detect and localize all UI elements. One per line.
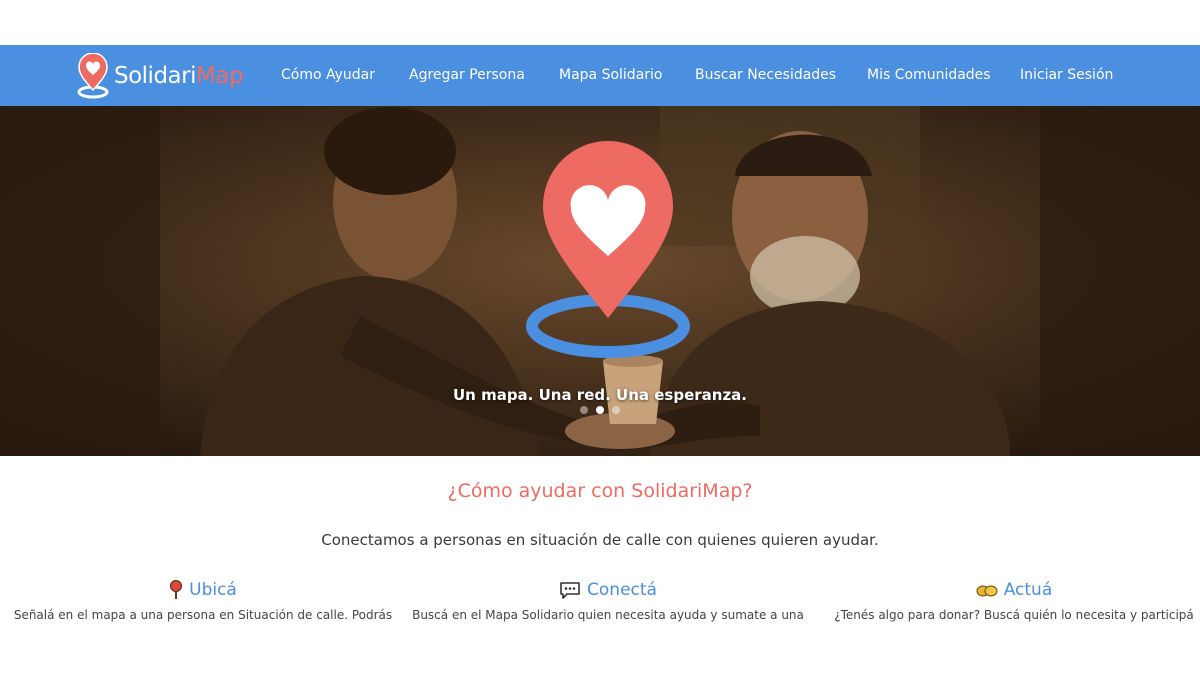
top-navbar: SolidariMap Cómo Ayudar Agregar Persona …	[0, 45, 1200, 106]
feature-actua: Actuá ¿Tenés algo para donar? Buscá quié…	[814, 578, 1200, 622]
brand-logo[interactable]: SolidariMap	[76, 53, 244, 99]
nav-mapa-solidario[interactable]: Mapa Solidario	[559, 45, 662, 106]
brand-name: SolidariMap	[114, 63, 244, 89]
carousel-dot-2[interactable]	[596, 406, 604, 414]
brand-name-part1: Solidari	[114, 63, 197, 89]
section-subtitle: Conectamos a personas en situación de ca…	[321, 531, 879, 549]
feature-title-actua[interactable]: Actuá	[1004, 580, 1053, 600]
hero-caption: Un mapa. Una red. Una esperanza.	[452, 386, 747, 404]
feature-title-ubica[interactable]: Ubicá	[189, 580, 237, 600]
nav-mis-comunidades[interactable]: Mis Comunidades	[867, 45, 991, 106]
pin-icon	[169, 580, 183, 600]
feature-desc-conecta: Buscá en el Mapa Solidario quien necesit…	[412, 608, 804, 622]
feature-conecta: Conectá Buscá en el Mapa Solidario quien…	[408, 578, 808, 622]
nav-buscar-necesidades[interactable]: Buscar Necesidades	[695, 45, 836, 106]
logo-pin-icon	[77, 53, 109, 99]
nav-como-ayudar[interactable]: Cómo Ayudar	[281, 45, 375, 106]
feature-desc-actua: ¿Tenés algo para donar? Buscá quién lo n…	[834, 608, 1194, 622]
handshake-icon	[976, 582, 998, 598]
nav-iniciar-sesion[interactable]: Iniciar Sesión	[1020, 45, 1113, 106]
chat-icon	[559, 581, 581, 599]
section-title: ¿Cómo ayudar con SolidariMap?	[447, 480, 753, 502]
hero-carousel[interactable]: Un mapa. Una red. Una esperanza.	[0, 106, 1200, 456]
brand-name-part2: Map	[196, 63, 244, 89]
top-blank-band	[0, 0, 1200, 45]
carousel-indicators	[0, 406, 1200, 414]
carousel-dot-1[interactable]	[580, 406, 588, 414]
feature-desc-ubica: Señalá en el mapa a una persona en Situa…	[13, 608, 393, 622]
feature-ubica: Ubicá Señalá en el mapa a una persona en…	[3, 578, 403, 622]
feature-title-conecta[interactable]: Conectá	[587, 580, 657, 600]
nav-agregar-persona[interactable]: Agregar Persona	[409, 45, 525, 106]
carousel-dot-3[interactable]	[612, 406, 620, 414]
